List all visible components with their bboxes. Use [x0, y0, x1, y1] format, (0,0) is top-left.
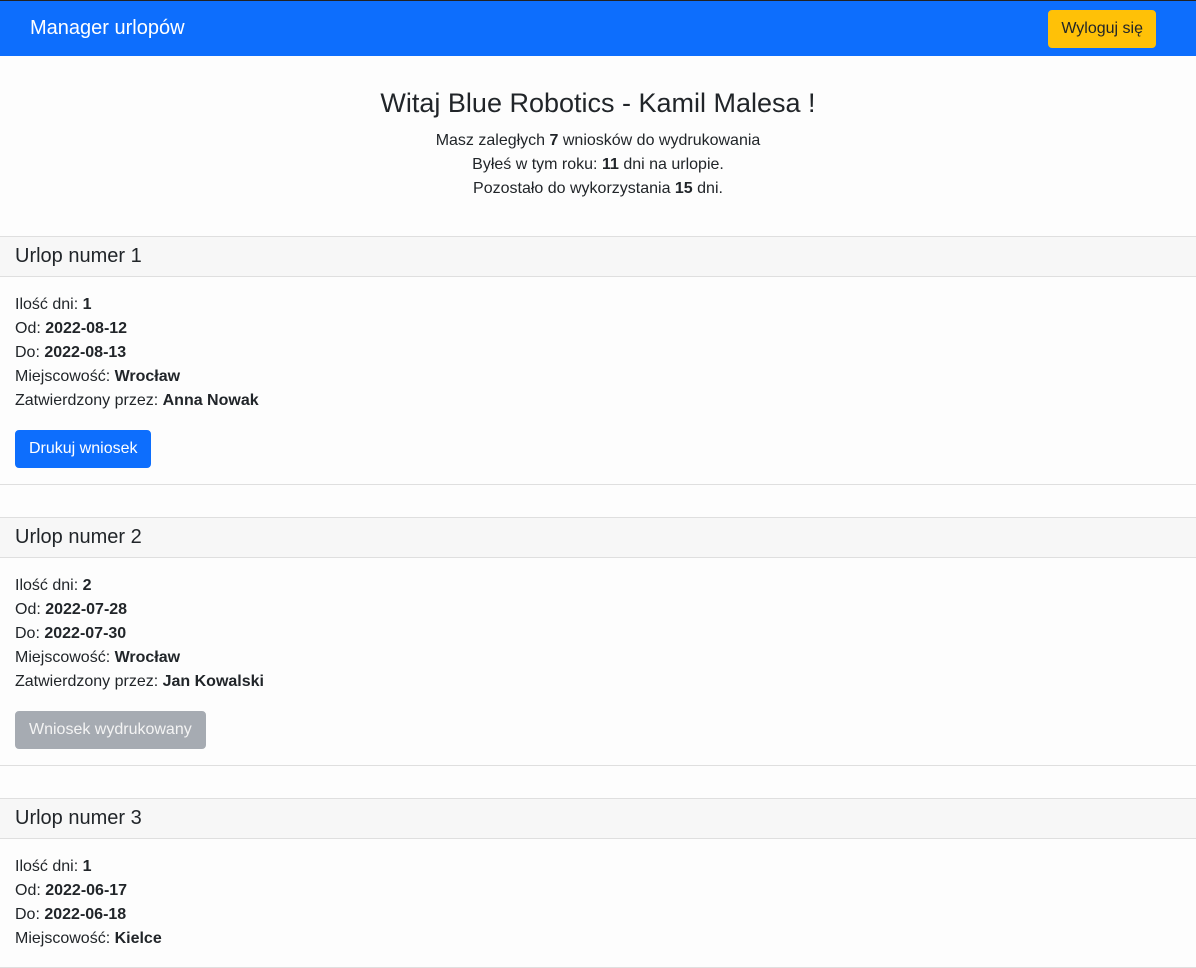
welcome-section: Witaj Blue Robotics - Kamil Malesa ! Mas… [0, 56, 1196, 236]
leave-days-row: Ilość dni: 1 [15, 296, 92, 313]
leave-days-row: Ilość dni: 2 [15, 577, 92, 594]
leave-card-title: Urlop numer 1 [0, 237, 1196, 277]
leave-to-row: Do: 2022-06-18 [15, 906, 127, 923]
used-days-info: Byłeś w tym roku: 11 dni na urlopie. [472, 156, 724, 173]
leave-approver-row: Zatwierdzony przez: Anna Nowak [15, 392, 259, 409]
logout-button[interactable]: Wyloguj się [1048, 9, 1156, 48]
leave-approver-row: Zatwierdzony przez: Jan Kowalski [15, 673, 264, 690]
leave-to-row: Do: 2022-08-13 [15, 344, 127, 361]
app-brand[interactable]: Manager urlopów [30, 17, 185, 40]
leave-card-body: Ilość dni: 1 Od: 2022-06-17 Do: 2022-06-… [0, 839, 1196, 967]
leave-days-row: Ilość dni: 1 [15, 858, 92, 875]
leave-card-title: Urlop numer 3 [0, 799, 1196, 839]
remaining-days-count: 15 [674, 180, 693, 197]
leave-card-title: Urlop numer 2 [0, 518, 1196, 558]
print-request-button[interactable]: Drukuj wniosek [15, 430, 152, 468]
leave-card: Urlop numer 2 Ilość dni: 2 Od: 2022-07-2… [0, 517, 1196, 766]
leave-city-row: Miejscowość: Wrocław [15, 368, 181, 385]
used-days-count: 11 [601, 156, 619, 173]
welcome-title: Witaj Blue Robotics - Kamil Malesa ! [380, 88, 816, 118]
pending-requests-info: Masz zaległych 7 wniosków do wydrukowani… [435, 132, 761, 149]
leave-from-row: Od: 2022-07-28 [15, 601, 128, 618]
leave-city-row: Miejscowość: Kielce [15, 930, 162, 947]
request-printed-button: Wniosek wydrukowany [15, 711, 206, 749]
leave-card-body: Ilość dni: 2 Od: 2022-07-28 Do: 2022-07-… [0, 558, 1196, 765]
leave-from-row: Od: 2022-06-17 [15, 882, 128, 899]
leave-card-body: Ilość dni: 1 Od: 2022-08-12 Do: 2022-08-… [0, 277, 1196, 484]
leave-city-row: Miejscowość: Wrocław [15, 649, 181, 666]
leave-card: Urlop numer 1 Ilość dni: 1 Od: 2022-08-1… [0, 236, 1196, 485]
leave-from-row: Od: 2022-08-12 [15, 320, 128, 337]
remaining-days-info: Pozostało do wykorzystania 15 dni. [473, 180, 723, 197]
leave-card: Urlop numer 3 Ilość dni: 1 Od: 2022-06-1… [0, 798, 1196, 968]
leave-to-row: Do: 2022-07-30 [15, 625, 127, 642]
navbar: Manager urlopów Wyloguj się [0, 0, 1196, 56]
